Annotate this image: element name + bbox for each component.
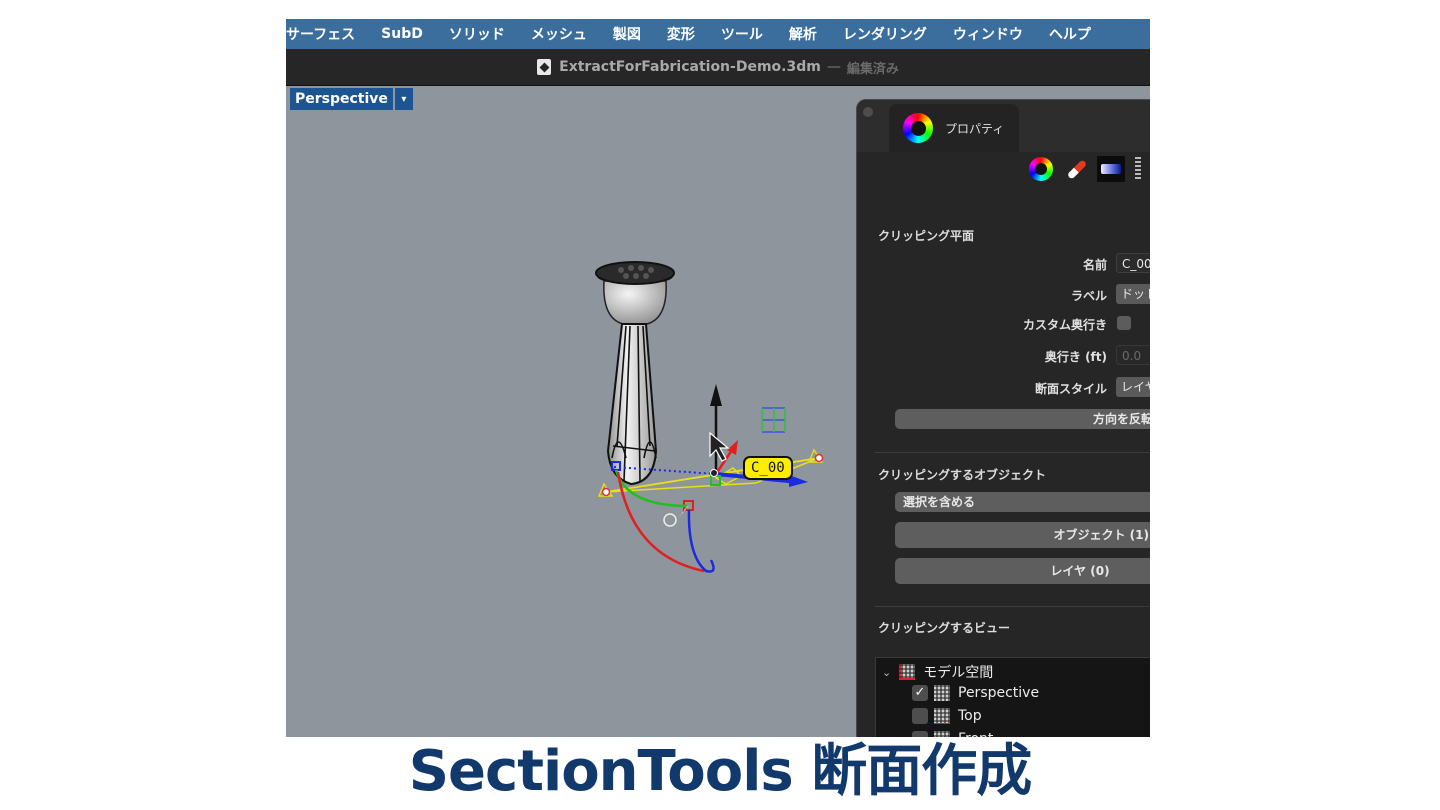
section-clipping-views: クリッピングするビュー — [878, 621, 1011, 635]
tree-item-perspective[interactable]: ✓ Perspective — [912, 685, 1039, 701]
properties-panel: プロパティ クリッピング平面 名前 C_00 ラベル ドット カスタム奥行き 奥… — [856, 99, 1150, 737]
clipping-plane-label[interactable]: C_00 — [743, 456, 793, 480]
label-label: ラベル — [1070, 289, 1107, 303]
flip-direction-button[interactable]: 方向を反転 — [895, 409, 1150, 429]
custom-depth-label: カスタム奥行き — [1022, 318, 1107, 332]
edited-status: 編集済み — [846, 61, 899, 77]
window-titlebar: ExtractForFabrication-Demo.3dm — 編集済み — [286, 49, 1150, 86]
pedestal-model[interactable] — [595, 261, 675, 486]
menu-drafting[interactable]: 製図 — [600, 24, 654, 44]
view-label: Perspective — [958, 685, 1040, 701]
menubar: サーフェス SubD ソリッド メッシュ 製図 変形 ツール 解析 レンダリング… — [286, 19, 1150, 49]
custom-depth-checkbox[interactable] — [1117, 316, 1131, 330]
model-space-label: モデル空間 — [923, 665, 994, 681]
clipping-views-tree: ⌄ モデル空間 ✓ Perspective Top Front — [875, 657, 1150, 737]
menu-surface[interactable]: サーフェス — [286, 24, 368, 44]
label-select[interactable]: ドット — [1116, 284, 1150, 304]
menu-render[interactable]: レンダリング — [830, 24, 940, 44]
section-style-select[interactable]: レイヤ — [1116, 377, 1150, 397]
tab-properties[interactable]: プロパティ — [889, 104, 1019, 152]
include-selection-button[interactable]: 選択を含める — [895, 492, 1150, 512]
clipping-plane-icon[interactable] — [1097, 156, 1125, 182]
tree-item-top[interactable]: Top — [912, 708, 982, 724]
divider — [875, 606, 1150, 607]
section-clipping-objects: クリッピングするオブジェクト — [878, 468, 1047, 482]
chevron-down-icon[interactable]: ⌄ — [882, 666, 891, 679]
menu-help[interactable]: ヘルプ — [1036, 24, 1104, 44]
document-icon — [537, 59, 552, 75]
mouse-cursor-icon — [709, 431, 730, 462]
color-wheel-icon — [903, 113, 933, 143]
menu-tools[interactable]: ツール — [708, 24, 776, 44]
window-title: ExtractForFabrication-Demo.3dm — [559, 59, 821, 75]
layers-button[interactable]: レイヤ (0) — [895, 558, 1150, 584]
clipping-plane-label-text: C_00 — [751, 460, 785, 476]
menu-window[interactable]: ウィンドウ — [940, 24, 1036, 44]
menu-subd[interactable]: SubD — [368, 26, 436, 42]
viewport-grid-icon — [934, 708, 950, 724]
depth-field[interactable]: 0.0 — [1116, 345, 1150, 365]
menu-analyze[interactable]: 解析 — [776, 24, 830, 44]
top-checkbox[interactable] — [912, 708, 928, 724]
objects-button[interactable]: オブジェクト (1) — [895, 522, 1150, 548]
color-wheel-icon[interactable] — [1029, 157, 1053, 181]
menu-transform[interactable]: 変形 — [654, 24, 708, 44]
more-icon[interactable] — [1135, 157, 1141, 181]
name-label: 名前 — [1082, 258, 1107, 272]
panel-close-dot[interactable] — [863, 107, 873, 117]
app-screen: サーフェス SubD ソリッド メッシュ 製図 変形 ツール 解析 レンダリング… — [286, 19, 1150, 737]
section-style-label: 断面スタイル — [1034, 382, 1107, 396]
depth-label: 奥行き (ft) — [1044, 350, 1107, 364]
perspective-checkbox[interactable]: ✓ — [912, 685, 928, 701]
tree-item-model-space[interactable]: ⌄ モデル空間 — [882, 662, 993, 682]
divider — [875, 452, 1150, 453]
section-clipping-plane: クリッピング平面 — [878, 229, 975, 243]
paint-tube-icon[interactable] — [1063, 157, 1088, 181]
menu-solid[interactable]: ソリッド — [436, 24, 518, 44]
menu-mesh[interactable]: メッシュ — [518, 24, 600, 44]
model-space-icon — [899, 664, 916, 680]
slide-caption: SectionTools 断面作成 — [408, 739, 1033, 804]
viewport-grid-icon — [934, 685, 950, 701]
title-separator: — — [826, 59, 841, 75]
name-field[interactable]: C_00 — [1116, 253, 1150, 273]
tab-properties-label: プロパティ — [945, 121, 1005, 136]
properties-page-icons — [1029, 156, 1141, 182]
view-label: Top — [958, 708, 982, 724]
